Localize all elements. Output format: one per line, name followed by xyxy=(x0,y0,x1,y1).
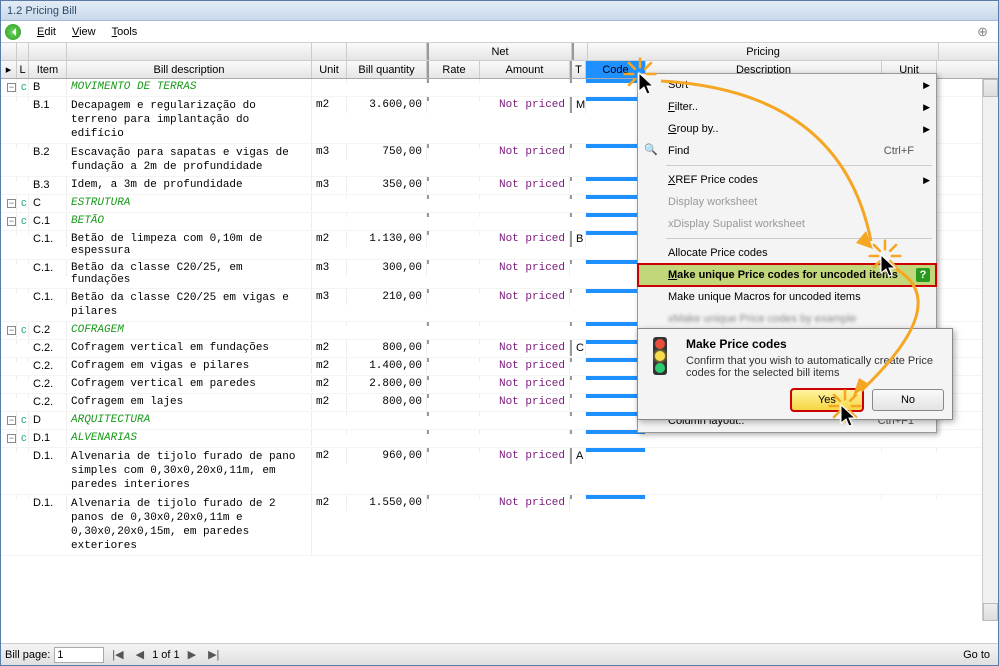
collapse-icon[interactable]: − xyxy=(7,199,16,208)
header-bill-description[interactable]: Bill description xyxy=(67,61,312,78)
nav-last[interactable]: ▶| xyxy=(204,648,223,661)
collapse-icon[interactable]: − xyxy=(7,217,16,226)
help-icon[interactable]: ? xyxy=(916,268,930,282)
ctx-sort[interactable]: Sort▶ xyxy=(638,74,936,96)
bill-page-input[interactable] xyxy=(54,647,104,663)
menubar: Edit View Tools ⊕ xyxy=(1,21,998,43)
bill-description-cell: Betão da classe C20/25 em vigas e pilare… xyxy=(67,289,312,321)
footer: Bill page: |◀ ◀ 1 of 1 ▶ ▶| Go to xyxy=(1,643,998,665)
bill-description-cell: ALVENARIAS xyxy=(67,430,312,446)
bill-description-cell: ESTRUTURA xyxy=(67,195,312,211)
bill-description-cell: Cofragem em vigas e pilares xyxy=(67,358,312,374)
header-amount[interactable]: Amount xyxy=(480,61,570,78)
dialog-title: Make Price codes xyxy=(686,337,944,351)
header-expand[interactable]: ▸ xyxy=(1,61,17,78)
bill-description-cell: Betão de limpeza com 0,10m de espessura xyxy=(67,231,312,259)
ctx-xref[interactable]: XREF Price codes▶ xyxy=(638,169,936,191)
bill-description-cell: Betão da classe C20/25, em fundações xyxy=(67,260,312,288)
yes-button[interactable]: Yes xyxy=(791,389,863,411)
header-pricing: Pricing xyxy=(588,43,939,60)
ctx-find[interactable]: 🔍 FindCtrl+F xyxy=(638,140,936,162)
back-button[interactable] xyxy=(5,24,21,40)
header-rate[interactable]: Rate xyxy=(427,61,480,78)
bill-description-cell: BETÃO xyxy=(67,213,312,229)
page-indicator: 1 of 1 xyxy=(152,649,180,661)
collapse-icon[interactable]: − xyxy=(7,326,16,335)
bill-description-cell: Cofragem em lajes xyxy=(67,394,312,410)
confirm-dialog: Make Price codes Confirm that you wish t… xyxy=(637,328,953,420)
zoom-icon[interactable]: ⊕ xyxy=(977,24,988,40)
find-icon: 🔍 xyxy=(644,143,660,159)
menu-edit[interactable]: Edit xyxy=(29,24,64,40)
header-row-1: Net Pricing xyxy=(1,43,998,61)
traffic-light-icon xyxy=(646,337,674,375)
header-net: Net xyxy=(427,43,572,60)
menu-tools[interactable]: Tools xyxy=(104,24,146,40)
ctx-allocate[interactable]: Allocate Price codes xyxy=(638,242,936,264)
bill-description-cell: Cofragem vertical em paredes xyxy=(67,376,312,392)
ctx-make-by-example: xMake unique Price codes by example xyxy=(638,308,936,330)
ctx-make-macros[interactable]: Make unique Macros for uncoded items xyxy=(638,286,936,308)
bill-description-cell: Idem, a 3m de profundidade xyxy=(67,177,312,193)
ctx-xdisplay: xDisplay Supalist worksheet xyxy=(638,213,936,235)
no-button[interactable]: No xyxy=(872,389,944,411)
ctx-groupby[interactable]: Group by..▶ xyxy=(638,118,936,140)
window-title: 1.2 Pricing Bill xyxy=(1,1,998,21)
collapse-icon[interactable]: − xyxy=(7,83,16,92)
collapse-icon[interactable]: − xyxy=(7,434,16,443)
table-row[interactable]: D.1.Alvenaria de tijolo furado de 2 pano… xyxy=(1,495,998,556)
ctx-filter[interactable]: Filter..▶ xyxy=(638,96,936,118)
bill-description-cell: MOVIMENTO DE TERRAS xyxy=(67,79,312,95)
header-item[interactable]: Item xyxy=(29,61,67,78)
collapse-icon[interactable]: − xyxy=(7,416,16,425)
header-unit[interactable]: Unit xyxy=(312,61,347,78)
bill-description-cell: Escavação para sapatas e vigas de fundaç… xyxy=(67,144,312,176)
nav-next[interactable]: ▶ xyxy=(184,648,200,661)
bill-description-cell: Decapagem e regularização do terreno par… xyxy=(67,97,312,143)
dialog-text: Confirm that you wish to automatically c… xyxy=(686,355,944,379)
ctx-make-unique-price-codes[interactable]: Make unique Price codes for uncoded item… xyxy=(638,264,936,286)
vertical-scrollbar[interactable] xyxy=(982,79,998,621)
bill-description-cell: Cofragem vertical em fundações xyxy=(67,340,312,356)
bill-description-cell: Alvenaria de tijolo furado de 2 panos de… xyxy=(67,495,312,555)
table-row[interactable]: D.1.Alvenaria de tijolo furado de pano s… xyxy=(1,448,998,495)
menu-view[interactable]: View xyxy=(64,24,104,40)
bill-description-cell: Alvenaria de tijolo furado de pano simpl… xyxy=(67,448,312,494)
header-bill-qty[interactable]: Bill quantity xyxy=(347,61,427,78)
bill-description-cell: ARQUITECTURA xyxy=(67,412,312,428)
header-l[interactable]: L xyxy=(17,61,29,78)
goto-label[interactable]: Go to xyxy=(963,649,990,661)
ctx-display-worksheet: Display worksheet xyxy=(638,191,936,213)
nav-prev[interactable]: ◀ xyxy=(132,648,148,661)
bill-page-label: Bill page: xyxy=(5,649,50,661)
header-t[interactable]: T xyxy=(570,61,586,78)
nav-first[interactable]: |◀ xyxy=(108,648,127,661)
bill-description-cell: COFRAGEM xyxy=(67,322,312,338)
